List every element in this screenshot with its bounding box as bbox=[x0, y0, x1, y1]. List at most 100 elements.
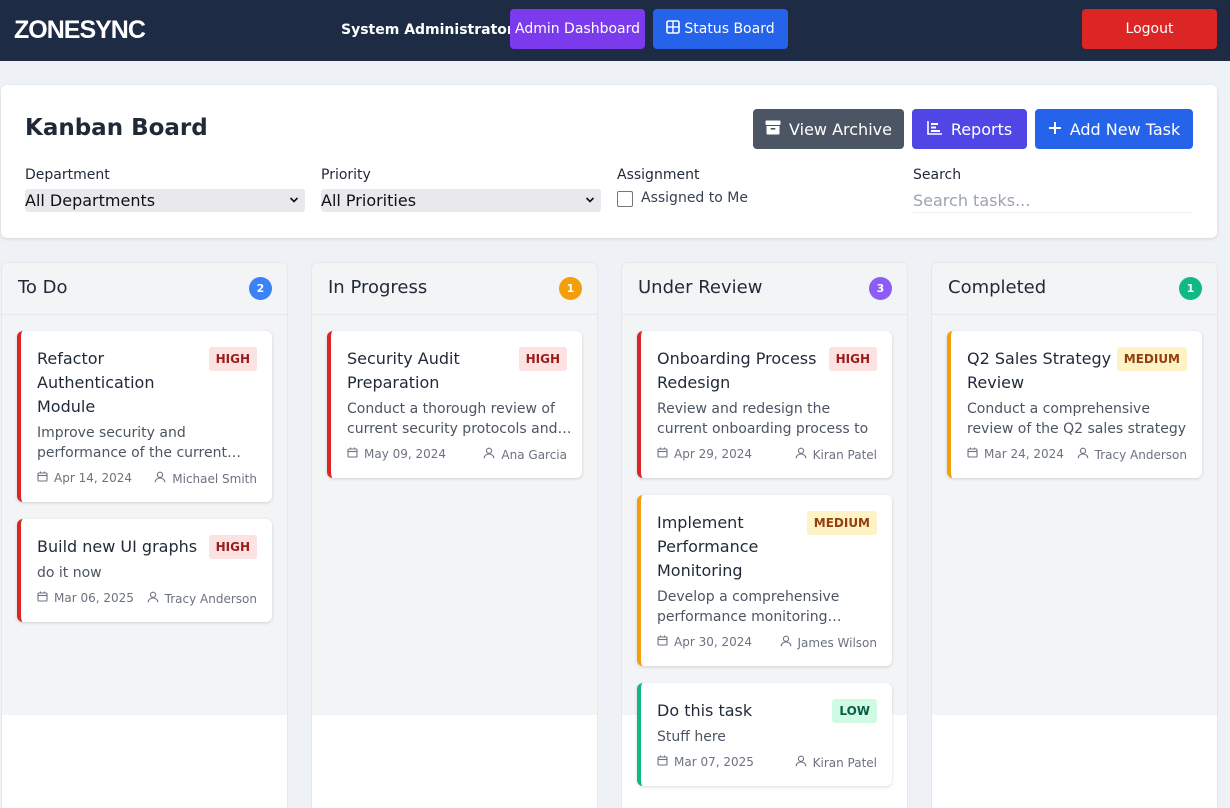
admin-dashboard-button[interactable]: Admin Dashboard bbox=[510, 9, 645, 49]
task-assignee-name: Kiran Patel bbox=[812, 447, 877, 462]
task-assignee: Ana Garcia bbox=[483, 447, 567, 462]
calendar-icon bbox=[967, 447, 978, 461]
task-meta: Apr 29, 2024 Kiran Patel bbox=[657, 447, 877, 463]
task-assignee-name: Tracy Anderson bbox=[164, 591, 257, 606]
chevron-down-icon bbox=[289, 189, 299, 220]
task-title: Implement Performance Monitoring bbox=[657, 513, 759, 580]
task-card[interactable]: Security Audit Preparation HIGH Conduct … bbox=[327, 331, 582, 478]
user-icon bbox=[780, 635, 792, 650]
user-icon bbox=[795, 447, 807, 462]
column-title: Under Review bbox=[638, 277, 763, 298]
priority-select[interactable]: All Priorities bbox=[321, 189, 601, 212]
add-new-task-button[interactable]: Add New Task bbox=[1035, 109, 1193, 149]
task-assignee-name: James Wilson bbox=[797, 635, 878, 650]
app-logo[interactable]: ZONESYNC bbox=[14, 14, 146, 46]
task-title: Do this task bbox=[657, 701, 753, 720]
task-date-text: Apr 14, 2024 bbox=[54, 471, 133, 485]
view-archive-button[interactable]: View Archive bbox=[753, 109, 904, 149]
task-title: Build new UI graphs bbox=[37, 537, 198, 556]
department-filter-label: Department bbox=[25, 167, 110, 183]
task-meta: Mar 24, 2024 Tracy Anderson bbox=[967, 447, 1187, 463]
column-title: Completed bbox=[948, 277, 1047, 298]
board-header-panel: Kanban Board View Archive Reports Add Ne… bbox=[1, 85, 1217, 238]
column-header: In Progress 1 bbox=[312, 263, 597, 315]
column-empty-area bbox=[312, 715, 597, 808]
task-meta: Mar 07, 2025 Kiran Patel bbox=[657, 755, 877, 771]
task-title: Security Audit Preparation bbox=[347, 349, 460, 392]
reports-label: Reports bbox=[950, 119, 1013, 139]
user-icon bbox=[1077, 447, 1089, 462]
department-select[interactable]: All Departments bbox=[25, 189, 305, 212]
task-due-date: Apr 14, 2024 bbox=[37, 471, 132, 485]
task-description: Improve security and performance of the … bbox=[37, 425, 241, 461]
priority-badge: MEDIUM bbox=[806, 511, 877, 535]
task-assignee: Tracy Anderson bbox=[147, 591, 257, 606]
column-count-badge: 1 bbox=[559, 277, 582, 300]
task-date-text: Mar 06, 2025 bbox=[54, 591, 134, 605]
column-title: To Do bbox=[18, 277, 68, 298]
bar-chart-icon bbox=[927, 120, 943, 139]
column-count-badge: 2 bbox=[249, 277, 272, 300]
priority-badge: HIGH bbox=[208, 347, 257, 371]
task-assignee-name: Kiran Patel bbox=[812, 755, 877, 770]
logout-label: Logout bbox=[1125, 21, 1174, 37]
task-card[interactable]: Do this task LOW Stuff here Mar 07, 2025… bbox=[637, 683, 892, 786]
task-card[interactable]: Refactor Authentication Module HIGH Impr… bbox=[17, 331, 272, 502]
task-date-text: Mar 24, 2024 bbox=[984, 447, 1064, 461]
task-due-date: Apr 29, 2024 bbox=[657, 447, 752, 461]
column-under-review: Under Review 3 Onboarding Process Redesi… bbox=[621, 262, 908, 808]
task-title: Refactor Authentication Module bbox=[37, 349, 155, 416]
page-title: Kanban Board bbox=[25, 115, 208, 141]
task-card[interactable]: Implement Performance Monitoring MEDIUM … bbox=[637, 495, 892, 666]
column-count-badge: 3 bbox=[869, 277, 892, 300]
task-description: do it now bbox=[37, 565, 102, 581]
column-completed: Completed 1 Q2 Sales Strategy Review MED… bbox=[931, 262, 1218, 808]
column-empty-area bbox=[2, 715, 287, 808]
priority-badge: LOW bbox=[832, 699, 877, 723]
status-board-button[interactable]: Status Board bbox=[653, 9, 788, 49]
column-title: In Progress bbox=[328, 277, 428, 298]
task-description: Review and redesign the current onboardi… bbox=[657, 401, 869, 437]
task-assignee-name: Michael Smith bbox=[172, 471, 257, 486]
assignment-filter-label: Assignment bbox=[617, 167, 700, 183]
task-meta: May 09, 2024 Ana Garcia bbox=[347, 447, 567, 463]
task-assignee: Tracy Anderson bbox=[1077, 447, 1187, 462]
calendar-icon bbox=[347, 447, 358, 461]
task-assignee: Kiran Patel bbox=[795, 755, 877, 770]
task-description: Conduct a thorough review of current sec… bbox=[347, 401, 572, 437]
priority-badge: MEDIUM bbox=[1116, 347, 1187, 371]
search-input[interactable]: Search tasks... bbox=[913, 189, 1193, 213]
task-card[interactable]: Onboarding Process Redesign HIGH Review … bbox=[637, 331, 892, 478]
column-count-badge: 1 bbox=[1179, 277, 1202, 300]
priority-select-value: All Priorities bbox=[321, 191, 417, 210]
task-due-date: May 09, 2024 bbox=[347, 447, 446, 461]
task-due-date: Mar 06, 2025 bbox=[37, 591, 134, 605]
task-meta: Apr 14, 2024 Michael Smith bbox=[37, 471, 257, 487]
calendar-icon bbox=[37, 471, 48, 485]
chevron-down-icon bbox=[585, 189, 595, 220]
task-card[interactable]: Q2 Sales Strategy Review MEDIUM Conduct … bbox=[947, 331, 1202, 478]
task-due-date: Mar 07, 2025 bbox=[657, 755, 754, 769]
logout-button[interactable]: Logout bbox=[1082, 9, 1217, 49]
column-to-do: To Do 2 Refactor Authentication Module H… bbox=[1, 262, 288, 808]
view-archive-label: View Archive bbox=[789, 119, 892, 139]
admin-dashboard-label: Admin Dashboard bbox=[514, 21, 641, 37]
column-empty-area bbox=[932, 715, 1217, 808]
assigned-to-me-checkbox[interactable] bbox=[617, 191, 633, 207]
calendar-icon bbox=[657, 755, 668, 769]
current-user-name: System Administrator bbox=[341, 22, 514, 38]
task-date-text: Apr 29, 2024 bbox=[674, 447, 753, 461]
reports-button[interactable]: Reports bbox=[912, 109, 1027, 149]
add-new-task-label: Add New Task bbox=[1069, 119, 1181, 139]
column-header: Completed 1 bbox=[932, 263, 1217, 315]
user-icon bbox=[147, 591, 159, 606]
archive-icon bbox=[765, 120, 781, 139]
calendar-icon bbox=[657, 447, 668, 461]
task-card[interactable]: Build new UI graphs HIGH do it now Mar 0… bbox=[17, 519, 272, 622]
user-icon bbox=[483, 447, 495, 462]
task-assignee: Michael Smith bbox=[154, 471, 257, 486]
task-due-date: Mar 24, 2024 bbox=[967, 447, 1064, 461]
top-nav: ZONESYNC System Administrator Admin Dash… bbox=[0, 0, 1230, 61]
task-assignee-name: Tracy Anderson bbox=[1094, 447, 1187, 462]
assigned-to-me-label[interactable]: Assigned to Me bbox=[641, 190, 748, 206]
